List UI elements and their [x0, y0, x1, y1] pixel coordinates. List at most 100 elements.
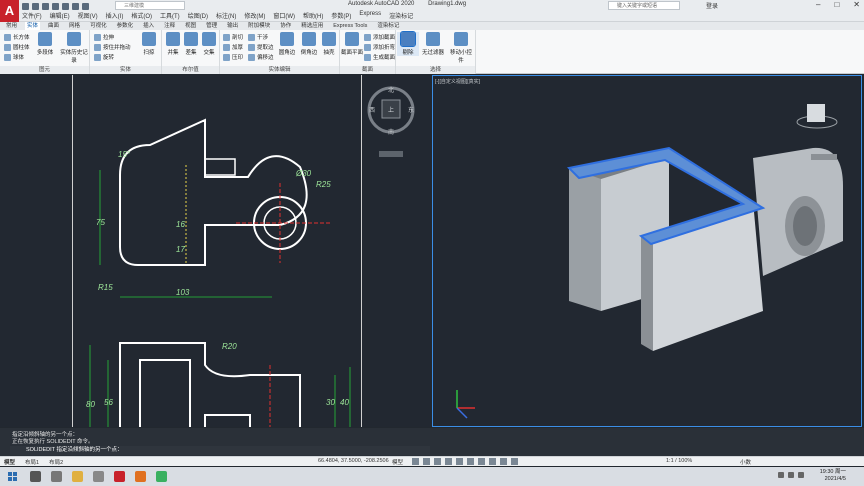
filter-button[interactable]: 无过滤器	[420, 32, 446, 56]
undo-icon[interactable]	[72, 3, 79, 10]
new-icon[interactable]	[22, 3, 29, 10]
ortho-icon[interactable]	[434, 458, 441, 465]
file-explorer-icon[interactable]	[72, 471, 83, 482]
viewcube-2d[interactable]: 北 南 西 东 上	[365, 78, 421, 162]
menu-item-6[interactable]: 绘图(D)	[188, 11, 208, 20]
ribbon-tab-14[interactable]: Express Tools	[331, 22, 369, 30]
ribbon-tab-11[interactable]: 附加模块	[246, 22, 272, 30]
menu-item-2[interactable]: 视图(V)	[78, 11, 98, 20]
grid-icon[interactable]	[412, 458, 419, 465]
extract-edges-button[interactable]: 提取边	[248, 43, 274, 51]
menu-item-5[interactable]: 工具(T)	[160, 11, 180, 20]
otrack-icon[interactable]	[467, 458, 474, 465]
shell-button[interactable]: 抽壳	[318, 32, 340, 56]
menu-item-8[interactable]: 修改(M)	[244, 11, 265, 20]
3dosnap-icon[interactable]	[511, 458, 518, 465]
ribbon-tab-0[interactable]: 常用	[4, 22, 19, 30]
autocad-taskbar-icon[interactable]	[114, 471, 125, 482]
viewcube-top-face[interactable]: 上	[388, 106, 394, 114]
open-icon[interactable]	[32, 3, 39, 10]
culling-button[interactable]: 剔除	[397, 31, 419, 56]
ribbon-tab-6[interactable]: 插入	[141, 22, 156, 30]
app2-icon[interactable]	[135, 471, 146, 482]
add-jog-button[interactable]: 添加截面	[364, 33, 395, 41]
slice-button[interactable]: 剖切	[223, 33, 243, 41]
revolve-button[interactable]: 旋转	[94, 53, 114, 61]
redo-icon[interactable]	[82, 3, 89, 10]
minimize-icon[interactable]: –	[816, 0, 820, 9]
clock[interactable]: 19:30 周一 2021/4/5	[820, 469, 846, 483]
print-icon[interactable]	[62, 3, 69, 10]
polysolid-button[interactable]: 多段体	[34, 32, 56, 56]
menu-item-9[interactable]: 窗口(W)	[273, 11, 295, 20]
ribbon-tab-1[interactable]: 实体	[25, 22, 41, 30]
menu-item-3[interactable]: 插入(I)	[106, 11, 124, 20]
ribbon-tab-13[interactable]: 精选应用	[299, 22, 325, 30]
save-icon[interactable]	[42, 3, 49, 10]
sweep-button[interactable]: 扫掠	[138, 32, 160, 56]
command-input[interactable]: SOLIDEDIT 指定沿倾斜轴的另一个点：	[10, 446, 430, 455]
layout-tab-0[interactable]: 模型	[4, 458, 15, 466]
polar-icon[interactable]	[445, 458, 452, 465]
solid-history-button[interactable]: 实体历史记录	[58, 32, 90, 64]
ribbon-tab-7[interactable]: 注释	[162, 22, 177, 30]
menu-item-4[interactable]: 格式(O)	[131, 11, 152, 20]
sphere-button[interactable]: 球体	[4, 53, 24, 61]
menu-item-1[interactable]: 编辑(E)	[50, 11, 70, 20]
search-icon[interactable]	[30, 471, 41, 482]
model-space-toggle[interactable]: 模型	[392, 458, 403, 466]
generate-section-button[interactable]: 生成截面	[364, 53, 395, 61]
ribbon-tab-2[interactable]: 曲面	[46, 22, 61, 30]
ribbon-tab-5[interactable]: 参数化	[115, 22, 136, 30]
gizmo-button[interactable]: 移动小控件	[448, 32, 474, 64]
selection-cycle-icon[interactable]	[500, 458, 507, 465]
chamfer-edge-button[interactable]: 倒角边	[298, 32, 320, 56]
app-icon[interactable]	[93, 471, 104, 482]
saveas-icon[interactable]	[52, 3, 59, 10]
lineweight-icon[interactable]	[478, 458, 485, 465]
transparency-icon[interactable]	[489, 458, 496, 465]
interfere-button[interactable]: 干涉	[248, 33, 268, 41]
wcs-menu[interactable]	[379, 151, 403, 157]
menu-item-11[interactable]: 参数(P)	[331, 11, 351, 20]
ribbon-tab-10[interactable]: 输出	[225, 22, 240, 30]
menu-item-7[interactable]: 标注(N)	[216, 11, 236, 20]
ribbon-tab-15[interactable]: 渲染标记	[375, 22, 401, 30]
viewcube-3d[interactable]	[796, 104, 838, 129]
compass-n[interactable]: 北	[388, 86, 394, 94]
menu-item-12[interactable]: Express	[359, 11, 381, 20]
annotation-scale[interactable]: 1:1 / 100%	[666, 458, 692, 464]
layout-tab-2[interactable]: 布局2	[49, 458, 63, 466]
cylinder-button[interactable]: 圆柱体	[4, 43, 30, 51]
ribbon-tab-9[interactable]: 管理	[204, 22, 219, 30]
menu-item-10[interactable]: 帮助(H)	[303, 11, 323, 20]
viewcube-wcs[interactable]	[811, 154, 837, 160]
ribbon-tab-3[interactable]: 网格	[67, 22, 82, 30]
fillet-edge-button[interactable]: 圆角边	[276, 32, 298, 56]
volume-icon[interactable]	[788, 472, 794, 478]
add-break-button[interactable]: 添加折弯	[364, 43, 395, 51]
osnap-icon[interactable]	[456, 458, 463, 465]
workspace-selector[interactable]: 三维建模	[115, 1, 185, 10]
ribbon-tab-4[interactable]: 可视化	[88, 22, 109, 30]
viewport-3d[interactable]: [-][自定义视图][真实]	[432, 75, 862, 427]
autocad-logo[interactable]: A	[0, 0, 19, 22]
snap-icon[interactable]	[423, 458, 430, 465]
task-view-icon[interactable]	[51, 471, 62, 482]
presspull-button[interactable]: 按住并拖动	[94, 43, 131, 51]
box-button[interactable]: 长方体	[4, 33, 30, 41]
extrude-button[interactable]: 拉伸	[94, 33, 114, 41]
section-plane-button[interactable]: 截面平面	[341, 32, 363, 56]
units-selector[interactable]: 小数	[740, 458, 751, 466]
thicken-button[interactable]: 加厚	[223, 43, 243, 51]
login-button[interactable]: 登录	[706, 1, 718, 10]
close-icon[interactable]: ✕	[853, 0, 860, 9]
maximize-icon[interactable]: □	[834, 0, 839, 9]
offset-edges-button[interactable]: 偏移边	[248, 53, 274, 61]
ime-icon[interactable]	[798, 472, 804, 478]
app3-icon[interactable]	[156, 471, 167, 482]
windows-start-icon[interactable]	[8, 472, 17, 481]
ribbon-tab-12[interactable]: 协作	[278, 22, 293, 30]
imprint-button[interactable]: 压印	[223, 53, 243, 61]
compass-e[interactable]: 东	[408, 106, 414, 114]
